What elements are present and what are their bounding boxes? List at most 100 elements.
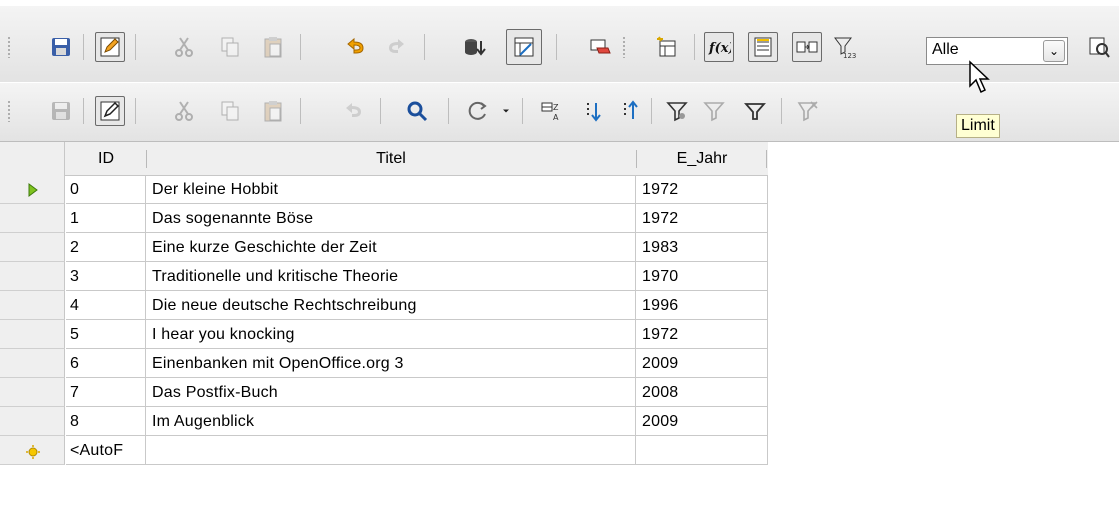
- new-record-row[interactable]: <AutoF: [66, 436, 768, 465]
- alias-icon[interactable]: [792, 32, 822, 62]
- e-jahr-cell[interactable]: 1972: [636, 204, 768, 233]
- copy-icon[interactable]: [215, 96, 245, 126]
- functions-icon[interactable]: f(x): [704, 32, 734, 62]
- row-header[interactable]: [0, 349, 65, 378]
- id-cell[interactable]: 4: [66, 291, 146, 320]
- titel-cell[interactable]: Die neue deutsche Rechtschreibung: [146, 291, 636, 320]
- row-header[interactable]: [0, 262, 65, 291]
- e-jahr-cell[interactable]: 1983: [636, 233, 768, 262]
- svg-text:f(x): f(x): [708, 41, 731, 56]
- id-cell[interactable]: 8: [66, 407, 146, 436]
- autofilter-icon[interactable]: [662, 96, 692, 126]
- record-icon[interactable]: [1084, 32, 1114, 62]
- save-icon[interactable]: [46, 32, 76, 62]
- titel-cell[interactable]: Das Postfix-Buch: [146, 378, 636, 407]
- table-row[interactable]: 7 Das Postfix-Buch 2008: [66, 378, 768, 407]
- reset-filter-icon[interactable]: [793, 96, 823, 126]
- e-jahr-cell[interactable]: 2009: [636, 407, 768, 436]
- e-jahr-cell[interactable]: 2009: [636, 349, 768, 378]
- edit-data-icon[interactable]: [95, 96, 125, 126]
- grid-header: ID Titel E_Jahr: [0, 142, 768, 176]
- limit-icon[interactable]: 123: [829, 32, 859, 62]
- row-header[interactable]: [0, 233, 65, 262]
- id-cell[interactable]: 0: [66, 175, 146, 204]
- current-record-icon: [28, 183, 38, 197]
- sort-descending-icon[interactable]: [614, 96, 644, 126]
- table-row[interactable]: 0 Der kleine Hobbit 1972: [66, 175, 768, 204]
- row-header[interactable]: [0, 407, 65, 436]
- e-jahr-cell[interactable]: 1996: [636, 291, 768, 320]
- cut-icon[interactable]: [169, 32, 199, 62]
- id-cell[interactable]: 6: [66, 349, 146, 378]
- copy-icon[interactable]: [215, 32, 245, 62]
- edit-icon[interactable]: [95, 32, 125, 62]
- titel-cell[interactable]: Der kleine Hobbit: [146, 175, 636, 204]
- e-jahr-cell[interactable]: 1972: [636, 320, 768, 349]
- column-header-id[interactable]: ID: [66, 142, 146, 175]
- row-header[interactable]: [0, 175, 65, 204]
- e-jahr-cell[interactable]: 2008: [636, 378, 768, 407]
- save-record-icon[interactable]: [46, 96, 76, 126]
- id-cell[interactable]: 1: [66, 204, 146, 233]
- clear-query-icon[interactable]: [585, 32, 615, 62]
- column-header-titel[interactable]: Titel: [146, 142, 636, 175]
- run-query-icon[interactable]: [459, 32, 489, 62]
- column-header-e-jahr[interactable]: E_Jahr: [636, 142, 768, 175]
- find-record-icon[interactable]: [402, 96, 432, 126]
- id-cell[interactable]: <AutoF: [66, 436, 146, 465]
- cut-icon[interactable]: [169, 96, 199, 126]
- sort-icon[interactable]: ZA: [537, 96, 567, 126]
- table-row[interactable]: 2 Eine kurze Geschichte der Zeit 1983: [66, 233, 768, 262]
- new-record-row-header[interactable]: [0, 436, 65, 465]
- id-cell[interactable]: 2: [66, 233, 146, 262]
- standard-filter-icon[interactable]: [740, 96, 770, 126]
- table-name-icon[interactable]: [748, 32, 778, 62]
- titel-cell[interactable]: I hear you knocking: [146, 320, 636, 349]
- paste-icon[interactable]: [258, 96, 288, 126]
- e-jahr-cell[interactable]: [636, 436, 768, 465]
- titel-cell[interactable]: Einenbanken mit OpenOffice.org 3: [146, 349, 636, 378]
- table-data-toolbar: ZA: [0, 83, 1119, 142]
- mouse-cursor-icon: [969, 60, 990, 94]
- toolbar-grip[interactable]: [7, 36, 11, 58]
- redo-icon[interactable]: [382, 32, 412, 62]
- apply-filter-icon[interactable]: [699, 96, 729, 126]
- e-jahr-cell[interactable]: 1970: [636, 262, 768, 291]
- titel-cell[interactable]: Das sogenannte Böse: [146, 204, 636, 233]
- svg-text:Z: Z: [553, 103, 559, 112]
- table-row[interactable]: 6 Einenbanken mit OpenOffice.org 3 2009: [66, 349, 768, 378]
- query-toolbar: f(x) 123 Alle ⌄: [0, 6, 1119, 82]
- paste-icon[interactable]: [258, 32, 288, 62]
- row-header[interactable]: [0, 291, 65, 320]
- row-header[interactable]: [0, 320, 65, 349]
- table-row[interactable]: 8 Im Augenblick 2009: [66, 407, 768, 436]
- chevron-down-icon[interactable]: ⌄: [1043, 40, 1065, 62]
- refresh-icon[interactable]: [463, 96, 493, 126]
- titel-cell[interactable]: Eine kurze Geschichte der Zeit: [146, 233, 636, 262]
- sort-ascending-icon[interactable]: [577, 96, 607, 126]
- table-row[interactable]: 5I hear you knocking 1972: [66, 320, 768, 349]
- titel-cell[interactable]: Traditionelle und kritische Theorie: [146, 262, 636, 291]
- toolbar-grip[interactable]: [7, 100, 11, 122]
- titel-cell[interactable]: [146, 436, 636, 465]
- row-header[interactable]: [0, 378, 65, 407]
- data-grid: ID Titel E_Jahr 0 Der kleine Hobbit 1972 1 D…: [0, 142, 1119, 509]
- svg-text:123: 123: [843, 52, 856, 59]
- refresh-dropdown-icon[interactable]: [497, 96, 515, 126]
- row-header[interactable]: [0, 204, 65, 233]
- add-table-icon[interactable]: [652, 32, 682, 62]
- limit-value: Alle: [932, 41, 959, 58]
- limit-combobox[interactable]: Alle ⌄: [926, 37, 1068, 65]
- table-row[interactable]: 3 Traditionelle und kritische Theorie 1970: [66, 262, 768, 291]
- id-cell[interactable]: 3: [66, 262, 146, 291]
- e-jahr-cell[interactable]: 1972: [636, 175, 768, 204]
- design-view-icon[interactable]: [506, 29, 542, 65]
- id-cell[interactable]: 5: [66, 320, 146, 349]
- corner-cell[interactable]: [0, 142, 65, 175]
- undo-icon[interactable]: [340, 32, 370, 62]
- titel-cell[interactable]: Im Augenblick: [146, 407, 636, 436]
- table-row[interactable]: 1 Das sogenannte Böse 1972: [66, 204, 768, 233]
- id-cell[interactable]: 7: [66, 378, 146, 407]
- undo-icon[interactable]: [338, 96, 368, 126]
- table-row[interactable]: 4 Die neue deutsche Rechtschreibung 1996: [66, 291, 768, 320]
